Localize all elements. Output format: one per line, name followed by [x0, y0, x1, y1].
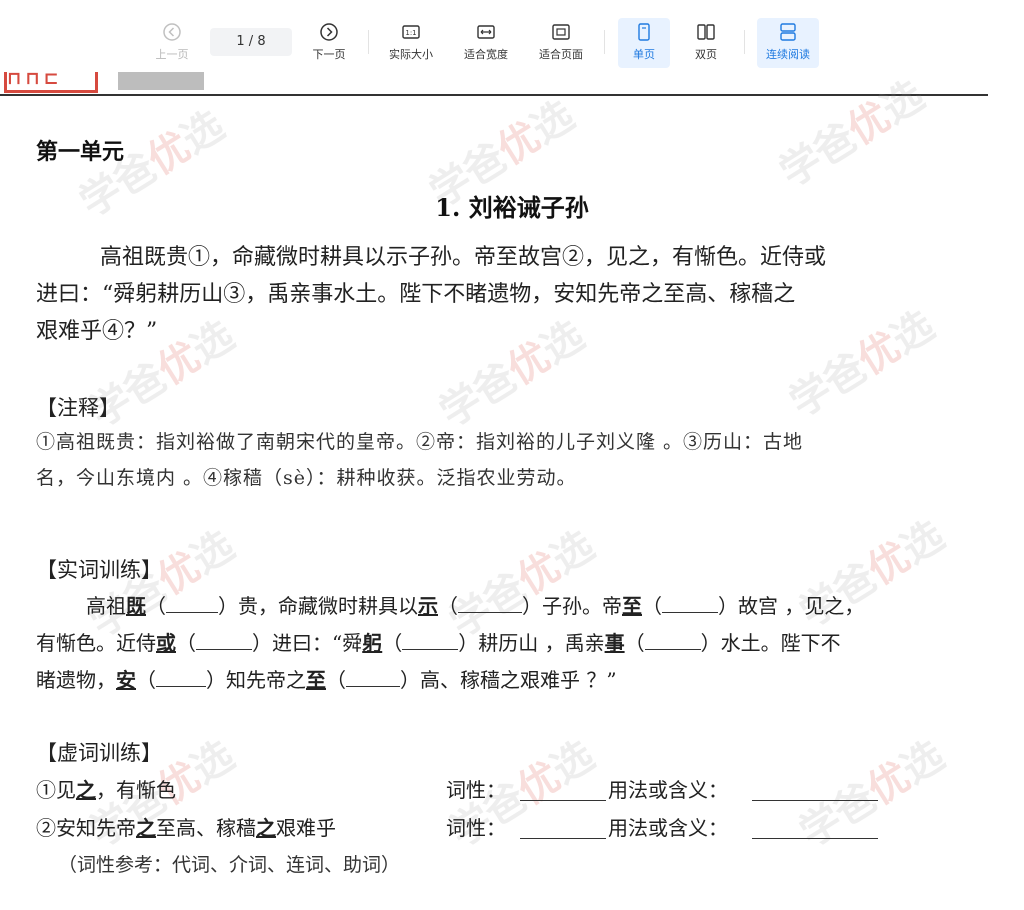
- exercise-line: 有惭色。近侍或（ ）进曰：“舜躬（ ）耕历山 ，禹亲事（ ）水土。陛下不: [36, 625, 996, 662]
- notes-heading: 【注释】: [36, 396, 120, 420]
- function-question-1: ①见之，有惭色: [36, 778, 176, 802]
- answer-line[interactable]: [520, 800, 606, 801]
- usage-label: 用法或含义：: [608, 778, 728, 802]
- chevron-right-circle-icon: [320, 23, 338, 41]
- function-question-2: ②安知先帝之至高、稼穑之艰难乎: [36, 816, 336, 840]
- double-page-icon: [697, 24, 715, 40]
- svg-text:1:1: 1:1: [405, 29, 416, 37]
- double-page-button[interactable]: 双页: [676, 18, 736, 68]
- toolbar-divider: [368, 30, 369, 54]
- function-words-heading: 【虚词训练】: [36, 741, 162, 765]
- next-page-button[interactable]: 下一页: [299, 18, 359, 68]
- answer-blank[interactable]: [196, 627, 252, 650]
- answer-line[interactable]: [752, 800, 878, 801]
- fit-page-label: 适合页面: [539, 48, 583, 61]
- part-of-speech-label: 词性：: [446, 778, 506, 802]
- answer-blank[interactable]: [402, 627, 459, 650]
- unit-title: 第一单元: [36, 140, 125, 165]
- document-page: ⊓⊓⊏ 学爸优选 学爸优选 学爸优选 学爸优选 学爸优选 学爸优选 学爸优选 学…: [0, 72, 1024, 910]
- exercise-line: 高祖既（ ）贵，命藏微时耕具以示（ ）子孙。帝至（ ）故宫 ，见之，: [36, 588, 996, 625]
- chevron-left-circle-icon: [163, 23, 181, 41]
- passage-line: 高祖既贵①，命藏微时耕具以示子孙。帝至故宫②，见之，有惭色。近侍或: [100, 245, 827, 270]
- passage-line: 进曰：“舜躬耕历山③，禹亲事水土。陛下不睹遗物，安知先帝之至高、稼穑之: [36, 282, 796, 307]
- lesson-title: 1. 刘裕诫子孙: [435, 193, 589, 222]
- usage-label: 用法或含义：: [608, 816, 728, 840]
- actual-size-button[interactable]: 1:1 实际大小: [381, 18, 441, 68]
- content-words-heading: 【实词训练】: [36, 558, 162, 582]
- exercise-line: 睹遗物，安（ ）知先帝之至（ ）高、稼穑之艰难乎 ？”: [36, 662, 996, 699]
- double-page-label: 双页: [695, 48, 717, 61]
- answer-blank[interactable]: [156, 664, 206, 687]
- fit-width-button[interactable]: 适合宽度: [456, 18, 516, 68]
- answer-line[interactable]: [752, 838, 878, 839]
- header-rule: [0, 94, 988, 96]
- part-of-speech-label: 词性：: [446, 816, 506, 840]
- toolbar-divider: [604, 30, 605, 54]
- viewer-toolbar: 上一页 1 / 8 下一页 1:1 实际大小 适合宽度 适合页面 单页 双页 连…: [0, 0, 1024, 72]
- fit-width-label: 适合宽度: [464, 48, 508, 61]
- actual-size-icon: 1:1: [402, 25, 420, 39]
- actual-size-label: 实际大小: [389, 48, 433, 61]
- fit-page-button[interactable]: 适合页面: [531, 18, 591, 68]
- prev-page-label: 上一页: [155, 48, 189, 61]
- continuous-scroll-icon: [780, 23, 796, 41]
- single-page-icon: [638, 23, 650, 41]
- answer-line[interactable]: [520, 838, 606, 839]
- fit-page-icon: [552, 24, 570, 40]
- continuous-reading-button[interactable]: 连续阅读: [757, 18, 819, 68]
- note-line: ①高祖既贵：指刘裕做了南朝宋代的皇帝。②帝：指刘裕的儿子刘义隆 。③历山：古地: [36, 431, 804, 453]
- header-redacted-block: [118, 72, 204, 90]
- single-page-label: 单页: [633, 48, 655, 61]
- answer-blank[interactable]: [346, 664, 400, 687]
- single-page-button[interactable]: 单页: [618, 18, 670, 68]
- fit-width-icon: [477, 25, 495, 39]
- answer-blank[interactable]: [166, 590, 218, 613]
- next-page-label: 下一页: [312, 48, 346, 61]
- part-of-speech-reference: （词性参考：代词、介词、连词、助词）: [58, 854, 401, 876]
- page-indicator[interactable]: 1 / 8: [210, 28, 292, 56]
- continuous-reading-label: 连续阅读: [766, 48, 810, 61]
- answer-blank[interactable]: [458, 590, 522, 613]
- watermark: 学爸优选: [772, 72, 933, 197]
- note-line: 名，今山东境内 。④稼穑（sè）：耕种收获。泛指农业劳动。: [36, 467, 577, 489]
- passage-line: 艰难乎④？”: [36, 319, 158, 344]
- toolbar-divider: [744, 30, 745, 54]
- answer-blank[interactable]: [644, 627, 701, 650]
- answer-blank[interactable]: [662, 590, 718, 613]
- prev-page-button[interactable]: 上一页: [142, 18, 202, 68]
- publisher-logo-fragment: ⊓⊓⊏: [4, 72, 98, 93]
